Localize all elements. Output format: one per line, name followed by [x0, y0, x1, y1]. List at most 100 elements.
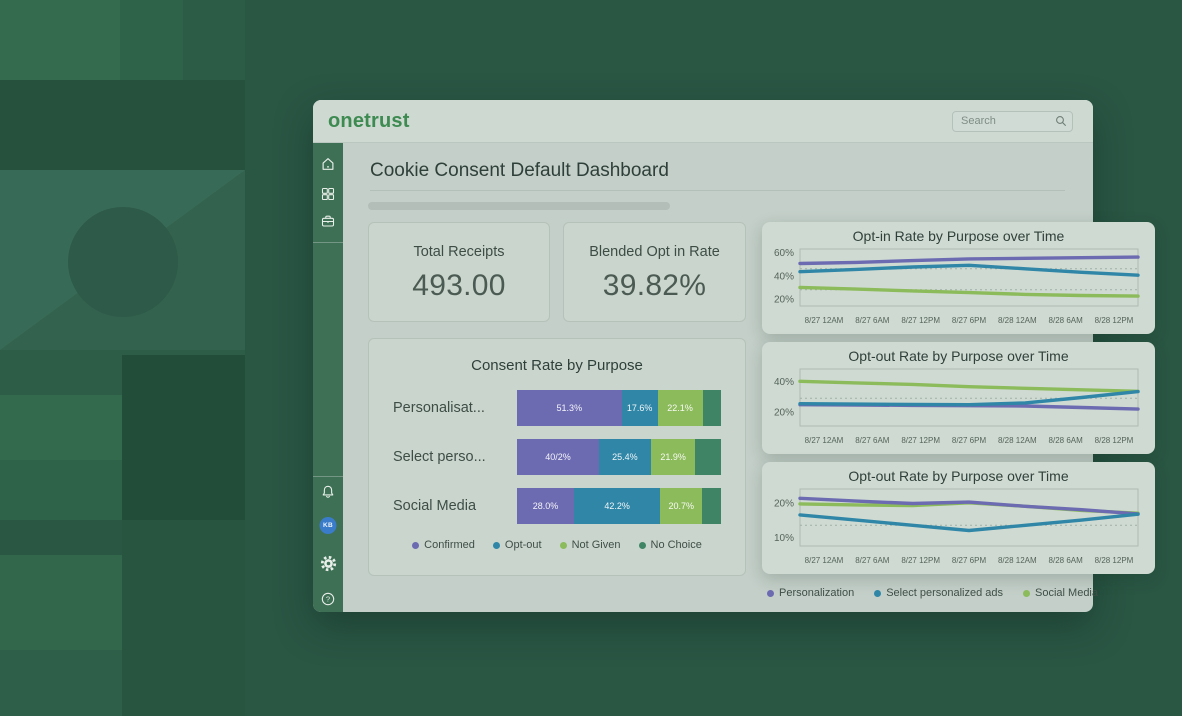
- bar-row: Social Media28.0%42.2%20.7%: [393, 488, 721, 524]
- legend-item: Select personalized ads: [874, 587, 1003, 599]
- opt-out-line-chart-1: 40% 20% 8/27 12AM 8/27 6AM 8/27 12PM 8/27 6PM…: [762, 364, 1155, 450]
- legend-dot: [1023, 590, 1030, 597]
- legend-item: Opt-out: [493, 539, 542, 551]
- bar-segment: [703, 390, 721, 426]
- consent-stacked-bar-chart: Personalisat...51.3%17.6%22.1% Select per…: [393, 390, 721, 524]
- opt-in-rate-card: Opt-in Rate by Purpose over Time 60%40%2…: [762, 222, 1155, 334]
- search-icon[interactable]: [1055, 115, 1067, 127]
- chart-title: Opt-out Rate by Purpose over Time: [762, 348, 1155, 364]
- stacked-bar: 51.3%17.6%22.1%: [517, 390, 721, 426]
- onetrust-logo[interactable]: onetrust: [328, 110, 410, 133]
- bar-segment: [695, 439, 721, 475]
- chart-title: Consent Rate by Purpose: [393, 357, 721, 374]
- background-shape: [0, 650, 122, 716]
- svg-text:8/27 6AM: 8/27 6AM: [855, 316, 890, 325]
- kpi-value: 39.82%: [564, 269, 745, 303]
- legend-item: Confirmed: [412, 539, 475, 551]
- kpi-value: 493.00: [369, 269, 549, 303]
- svg-text:8/28 6AM: 8/28 6AM: [1049, 556, 1084, 565]
- help-icon[interactable]: ?: [319, 590, 337, 608]
- legend-dot: [767, 590, 774, 597]
- bar-segment: 25.4%: [599, 439, 651, 475]
- svg-text:8/28 12PM: 8/28 12PM: [1095, 556, 1134, 565]
- home-icon[interactable]: [319, 155, 337, 173]
- projects-briefcase-icon[interactable]: [319, 212, 337, 230]
- legend-dot: [639, 542, 646, 549]
- svg-text:20%: 20%: [774, 295, 794, 306]
- svg-text:8/28 6AM: 8/28 6AM: [1049, 316, 1084, 325]
- legend-dot: [493, 542, 500, 549]
- legend-dot: [874, 590, 881, 597]
- page-title: Cookie Consent Default Dashboard: [370, 160, 669, 182]
- background-shape: [0, 80, 245, 170]
- svg-text:8/28 12PM: 8/28 12PM: [1095, 316, 1134, 325]
- svg-text:8/28 12AM: 8/28 12AM: [998, 556, 1037, 565]
- legend-item: Social Media: [1023, 587, 1098, 599]
- svg-text:40%: 40%: [774, 377, 794, 388]
- bar-segment: 28.0%: [517, 488, 574, 524]
- bar-segment: 51.3%: [517, 390, 622, 426]
- time-charts-column: Opt-in Rate by Purpose over Time 60%40%2…: [762, 222, 1155, 599]
- background-shape: [0, 460, 122, 520]
- kpi-label: Total Receipts: [369, 244, 549, 260]
- svg-text:8/27 12AM: 8/27 12AM: [805, 556, 844, 565]
- bar-segment: 42.2%: [574, 488, 660, 524]
- kpi-label: Blended Opt in Rate: [564, 244, 745, 260]
- bar-segment: 22.1%: [658, 390, 703, 426]
- stacked-bar: 28.0%42.2%20.7%: [517, 488, 721, 524]
- legend-item: Not Given: [560, 539, 621, 551]
- background-shape: [122, 355, 245, 520]
- kpi-card-total-receipts: Total Receipts 493.00: [368, 222, 550, 322]
- notifications-bell-icon[interactable]: [319, 483, 337, 501]
- svg-text:8/28 12AM: 8/28 12AM: [998, 316, 1037, 325]
- bar-segment: 40/2%: [517, 439, 599, 475]
- svg-text:8/27 6PM: 8/27 6PM: [952, 556, 987, 565]
- bar-row-label: Social Media: [393, 498, 517, 514]
- search-box: [952, 111, 1073, 132]
- settings-gear-icon[interactable]: [319, 554, 337, 572]
- legend-item: No Choice: [639, 539, 702, 551]
- bar-row-label: Select perso...: [393, 449, 517, 465]
- sidebar: KB ?: [313, 143, 343, 612]
- svg-text:8/27 6PM: 8/27 6PM: [952, 316, 987, 325]
- chart-title: Opt-out Rate by Purpose over Time: [762, 468, 1155, 484]
- background-shape: [122, 520, 245, 716]
- svg-text:8/27 6PM: 8/27 6PM: [952, 436, 987, 445]
- title-divider: [370, 190, 1065, 191]
- svg-text:8/28 12AM: 8/28 12AM: [998, 436, 1037, 445]
- svg-text:20%: 20%: [774, 498, 794, 509]
- svg-text:?: ?: [326, 595, 330, 604]
- svg-text:8/27 6AM: 8/27 6AM: [855, 436, 890, 445]
- sidebar-divider: [313, 242, 343, 243]
- svg-text:8/28 12PM: 8/28 12PM: [1095, 436, 1134, 445]
- bar-row-label: Personalisat...: [393, 400, 517, 416]
- svg-text:60%: 60%: [774, 248, 794, 259]
- kpi-card-blended-opt-in: Blended Opt in Rate 39.82%: [563, 222, 746, 322]
- bar-segment: 17.6%: [622, 390, 658, 426]
- svg-text:8/28 6AM: 8/28 6AM: [1049, 436, 1084, 445]
- opt-out-rate-card-2: Opt-out Rate by Purpose over Time 20%10%…: [762, 462, 1155, 574]
- svg-text:8/27 12PM: 8/27 12PM: [901, 436, 940, 445]
- opt-out-rate-card-1: Opt-out Rate by Purpose over Time 40% 20%…: [762, 342, 1155, 454]
- bar-row: Personalisat...51.3%17.6%22.1%: [393, 390, 721, 426]
- svg-text:8/27 12PM: 8/27 12PM: [901, 556, 940, 565]
- app-header: onetrust: [313, 100, 1093, 143]
- svg-text:8/27 12AM: 8/27 12AM: [805, 436, 844, 445]
- svg-text:40%: 40%: [774, 271, 794, 282]
- search-input[interactable]: [961, 115, 1055, 127]
- stacked-bar: 40/2%25.4%21.9%: [517, 439, 721, 475]
- progress-bar: [368, 202, 670, 210]
- user-avatar[interactable]: KB: [320, 517, 337, 534]
- consent-chart-legend: Confirmed Opt-out Not Given No Choice: [393, 539, 721, 551]
- svg-text:8/27 6AM: 8/27 6AM: [855, 556, 890, 565]
- purpose-legend: Personalization Select personalized ads So…: [762, 587, 1155, 599]
- legend-dot: [560, 542, 567, 549]
- bar-segment: [702, 488, 721, 524]
- legend-item: Personalization: [767, 587, 854, 599]
- desktop-background: onetrust: [0, 0, 1182, 716]
- background-shape: [0, 555, 122, 650]
- bar-segment: 20.7%: [660, 488, 702, 524]
- svg-text:20%: 20%: [774, 408, 794, 419]
- apps-grid-icon[interactable]: [319, 185, 337, 203]
- legend-dot: [412, 542, 419, 549]
